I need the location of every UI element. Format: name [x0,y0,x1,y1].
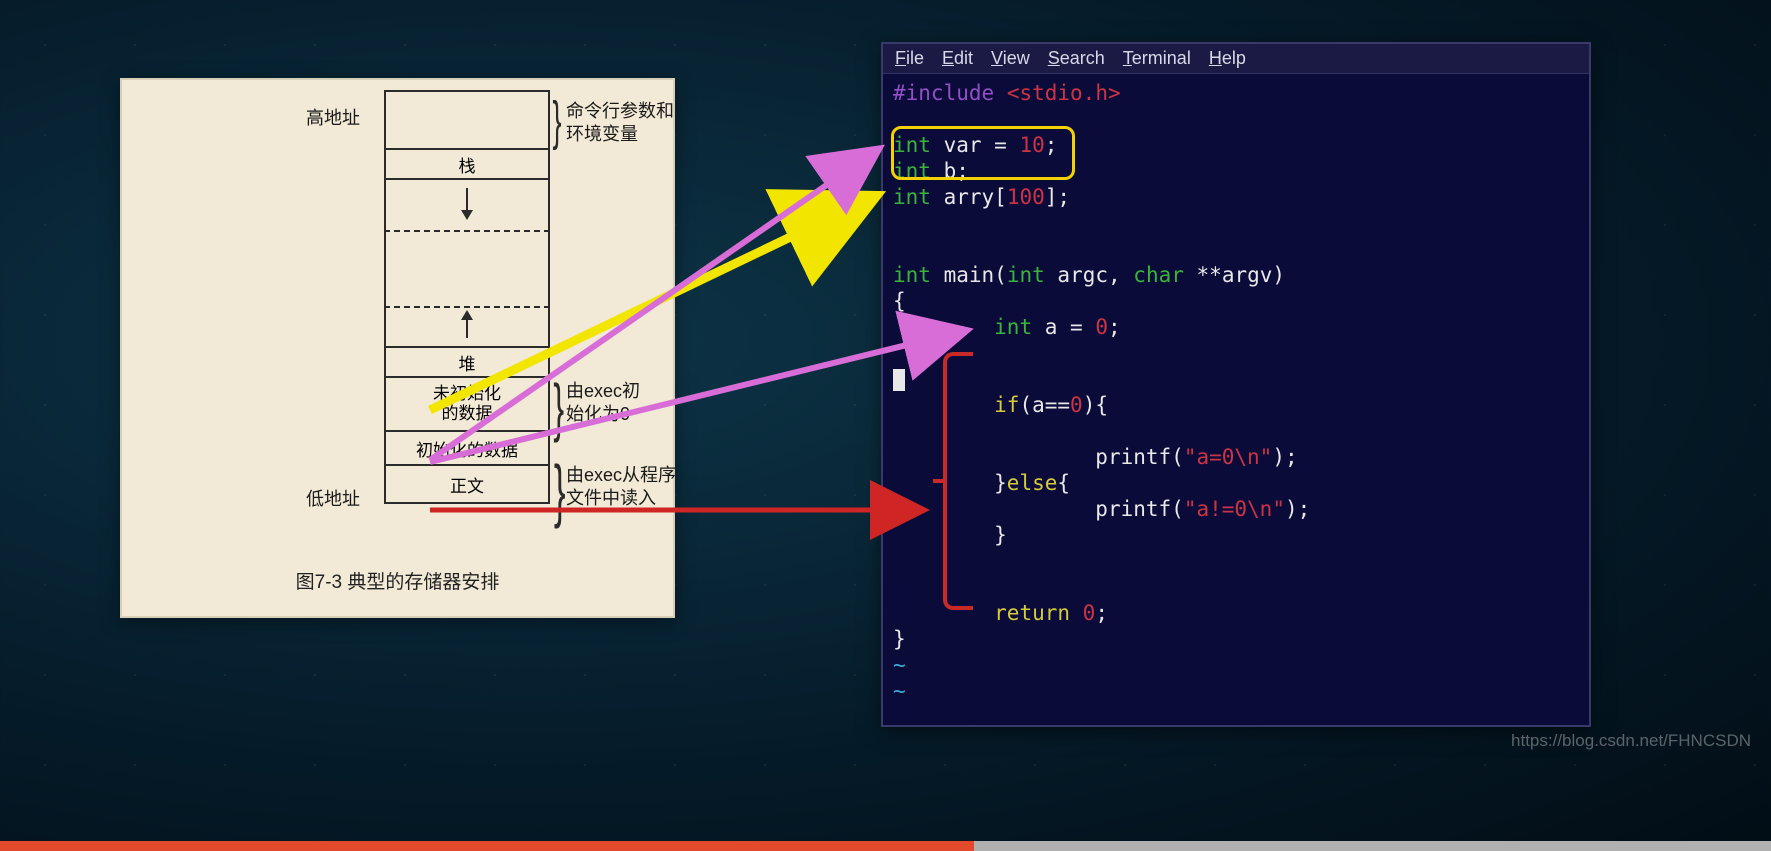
segment-args [384,90,550,150]
brace-icon: } [554,450,566,530]
label-cmdline-env: 命令行参数和 环境变量 [566,100,686,147]
label-high-address: 高地址 [306,104,360,130]
tok-condzero: 0 [1070,393,1083,417]
tok-str1: "a=0\n" [1184,445,1273,469]
tok-var: var [944,133,982,157]
diagram-caption: 图7-3 典型的存储器安排 [122,567,673,594]
tok-100: 100 [1007,185,1045,209]
segment-text: 正文 [384,466,550,504]
tok-include: #include [893,81,994,105]
tok-int: int [893,159,931,183]
menu-search[interactable]: Search [1048,48,1105,69]
tok-cond: a== [1032,393,1070,417]
brace-icon: } [553,90,562,152]
tok-10: 10 [1019,133,1044,157]
tok-char: char [1133,263,1184,287]
tok-a: a [1045,315,1058,339]
tok-else: else [1007,471,1058,495]
label-exec-from-file: 由exec从程序 文件中读入 [566,464,726,511]
segment-bss: 未初始化 的数据 [384,378,550,432]
memory-segments-table: 栈 堆 未初始化 的数据 初始化的数据 正文 [384,90,550,504]
tok-return: return [994,601,1070,625]
label-exec-init-zero: 由exec初 始化为0 [566,380,706,427]
tok-int: int [893,133,931,157]
memory-layout-diagram: 高地址 低地址 } 命令行参数和 环境变量 栈 堆 未初始化 的数据 初始化的数… [120,78,675,618]
tok-0: 0 [1095,315,1108,339]
menu-help[interactable]: Help [1209,48,1246,69]
tok-retval: 0 [1083,601,1096,625]
code-area[interactable]: #include <stdio.h> int var = 10; int b; … [883,74,1589,714]
tok-argc: argc [1057,263,1108,287]
progress-bar[interactable] [0,841,974,851]
editor-menubar: File Edit View Search Terminal Help [883,44,1589,74]
cursor-icon [893,369,905,391]
segment-gap [384,232,550,308]
brace-icon: } [553,370,564,444]
tok-printf: printf [1095,445,1171,469]
tok-header: <stdio.h> [1007,81,1121,105]
tok-argv: **argv [1197,263,1273,287]
tok-arry: arry [944,185,995,209]
stack-grow-down-icon [384,180,550,232]
segment-data: 初始化的数据 [384,432,550,466]
menu-file[interactable]: File [895,48,924,69]
tok-str2: "a!=0\n" [1184,497,1285,521]
segment-stack: 栈 [384,150,550,180]
tok-int: int [994,315,1032,339]
tilde-icon: ~ [893,679,906,703]
heap-grow-up-icon [384,308,550,348]
tok-int: int [1007,263,1045,287]
tok-if: if [994,393,1019,417]
menu-edit[interactable]: Edit [942,48,973,69]
label-low-address: 低地址 [306,485,360,511]
tok-b: b [944,159,957,183]
tok-printf: printf [1095,497,1171,521]
code-editor-panel: File Edit View Search Terminal Help #inc… [881,42,1591,727]
tok-int: int [893,263,931,287]
watermark-url: https://blog.csdn.net/FHNCSDN [1511,731,1751,751]
menu-view[interactable]: View [991,48,1030,69]
menu-terminal[interactable]: Terminal [1123,48,1191,69]
segment-heap: 堆 [384,348,550,378]
tok-main: main [944,263,995,287]
tok-int: int [893,185,931,209]
tilde-icon: ~ [893,653,906,677]
